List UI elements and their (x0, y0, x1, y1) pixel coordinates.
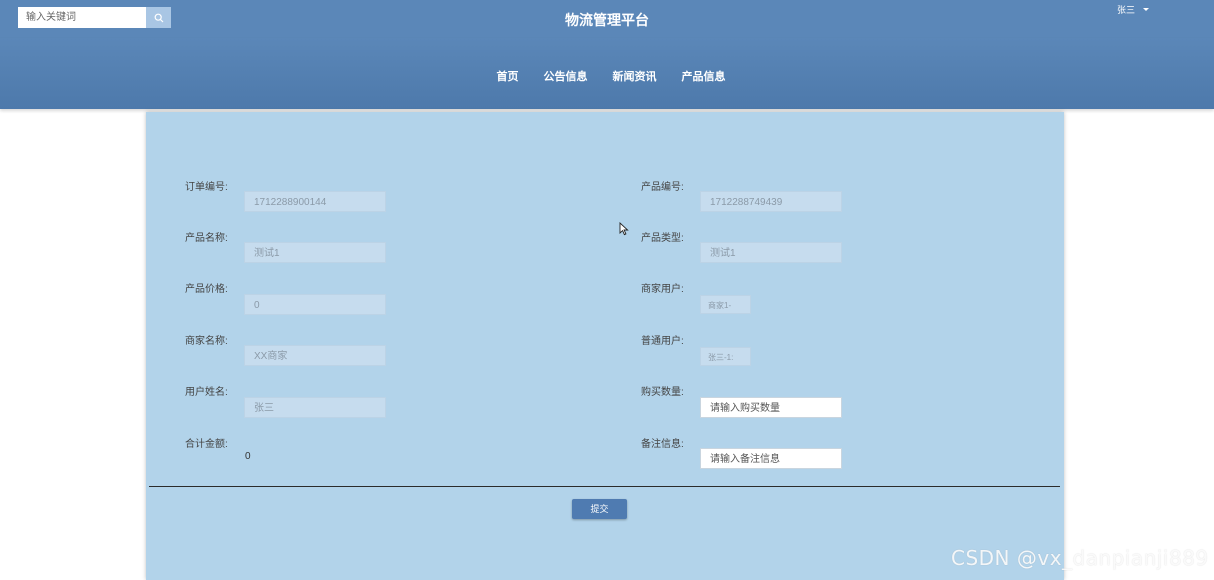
product-no-field: 1712288749439 (700, 191, 842, 212)
user-menu[interactable]: 张三 (1117, 3, 1150, 16)
total-amount-value: 0 (245, 451, 251, 462)
product-type-field: 测试1 (700, 242, 842, 263)
merchant-name-label: 商家名称: (185, 336, 228, 347)
normal-user-label: 普通用户: (641, 336, 684, 347)
submit-button[interactable]: 提交 (572, 499, 627, 519)
merchant-user-label: 商家用户: (641, 284, 684, 295)
nav-bar: 首页 公告信息 新闻资讯 产品信息 (0, 38, 1214, 109)
product-price-label: 产品价格: (185, 284, 228, 295)
site-title: 物流管理平台 (565, 12, 649, 28)
merchant-name-field: XX商家 (244, 345, 386, 366)
product-name-field: 测试1 (244, 242, 386, 263)
remark-input[interactable]: 请输入备注信息 (700, 448, 842, 469)
nav-item-home[interactable]: 首页 (497, 68, 519, 84)
user-name-label: 用户姓名: (185, 387, 228, 398)
nav-item-news[interactable]: 新闻资讯 (613, 68, 657, 84)
product-type-label: 产品类型: (641, 233, 684, 244)
nav-item-products[interactable]: 产品信息 (682, 68, 726, 84)
nav-item-notices[interactable]: 公告信息 (544, 68, 588, 84)
product-price-field: 0 (244, 294, 386, 315)
quantity-input[interactable]: 请输入购买数量 (700, 397, 842, 418)
normal-user-select[interactable]: 张三-1: (700, 347, 751, 366)
order-form-panel: 订单编号: 1712288900144 产品名称: 测试1 产品价格: 0 商家… (146, 112, 1064, 580)
product-name-label: 产品名称: (185, 233, 228, 244)
chevron-down-icon (1143, 8, 1150, 11)
top-bar: 物流管理平台 张三 (0, 0, 1214, 38)
mouse-cursor-icon (619, 222, 629, 236)
user-name[interactable]: 张三 (1117, 3, 1135, 16)
product-no-label: 产品编号: (641, 182, 684, 193)
watermark: CSDN @vx_danpianji889 (951, 546, 1209, 570)
order-no-field: 1712288900144 (244, 191, 386, 212)
merchant-user-select[interactable]: 商家1- (700, 295, 751, 314)
quantity-label: 购买数量: (641, 387, 684, 398)
user-name-field: 张三 (244, 397, 386, 418)
order-no-label: 订单编号: (185, 182, 228, 193)
remark-label: 备注信息: (641, 439, 684, 450)
form-divider (149, 486, 1060, 487)
total-amount-label: 合计金额: (185, 439, 228, 450)
